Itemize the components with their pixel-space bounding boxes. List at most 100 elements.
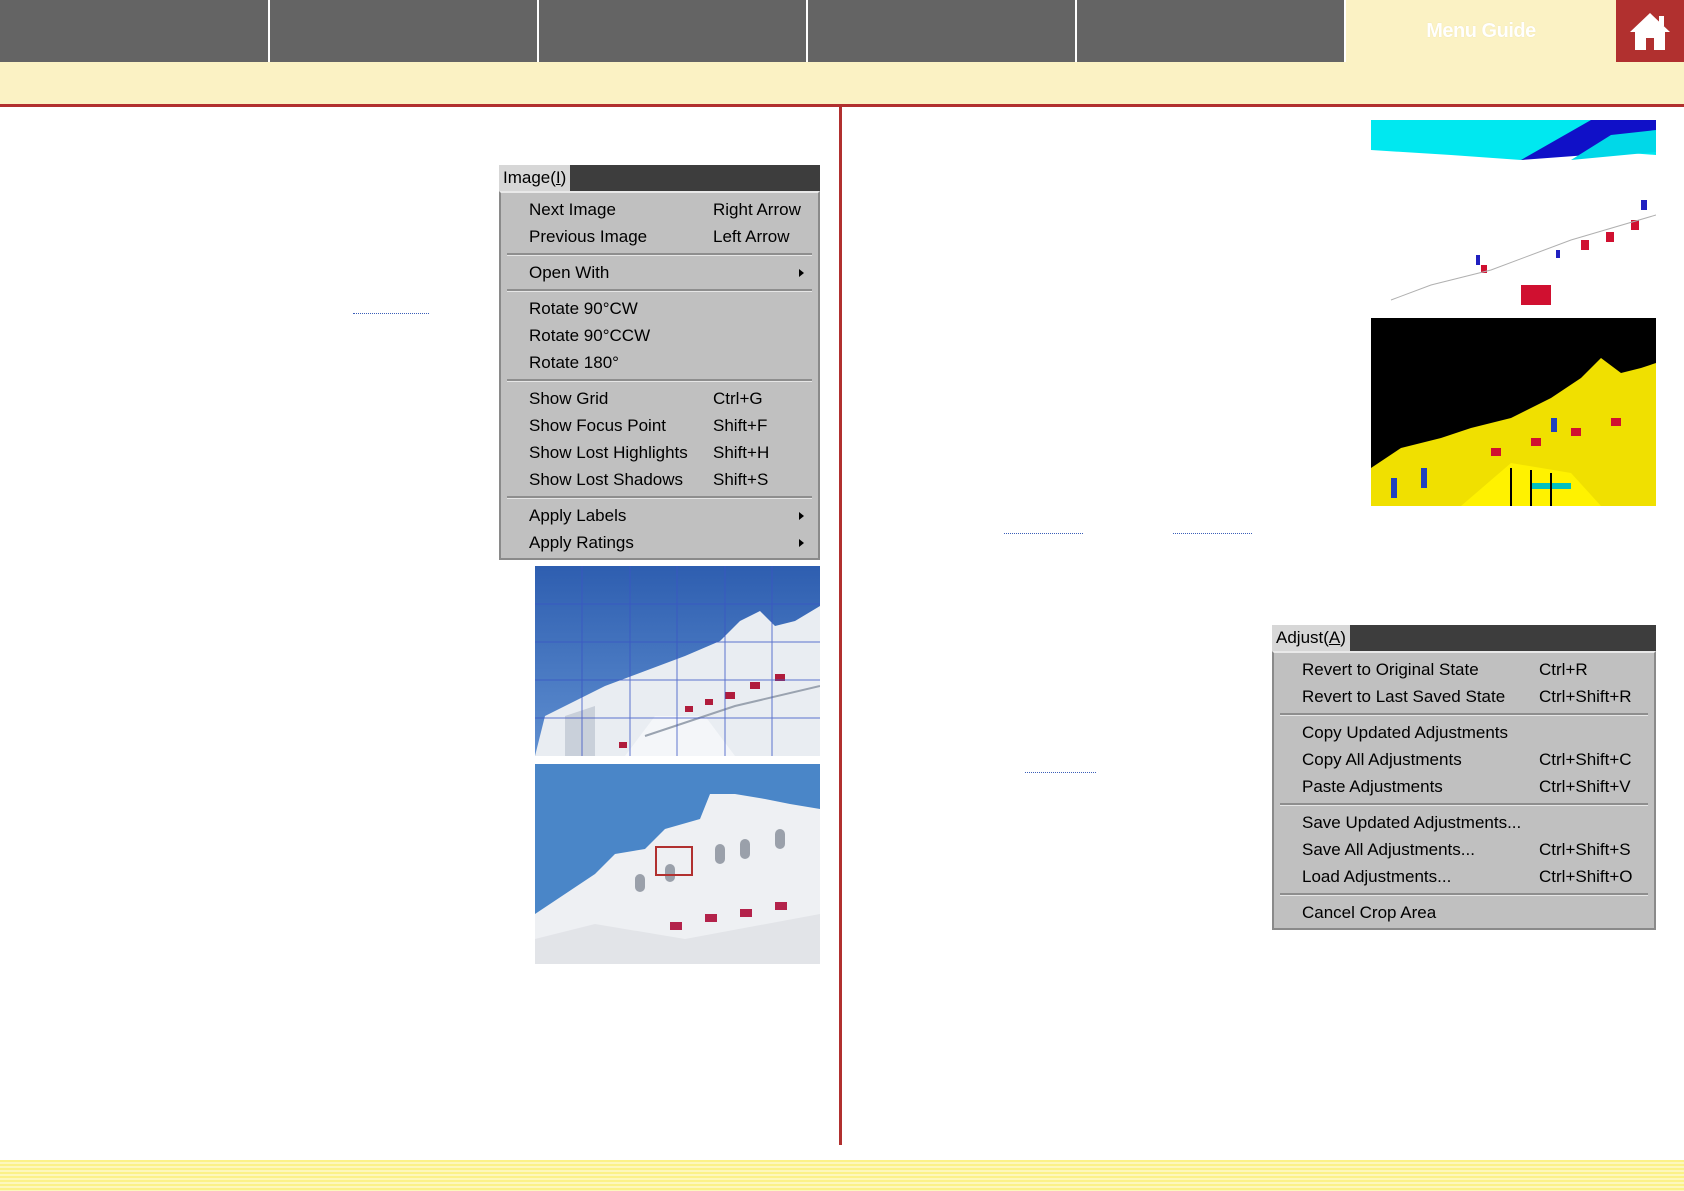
building-photo-lost-shadows bbox=[1371, 318, 1656, 506]
menu-item-label: Save Updated Adjustments... bbox=[1302, 813, 1522, 832]
menu-item-cancel-crop[interactable]: Cancel Crop Area bbox=[1274, 899, 1654, 926]
menu-item-label: Revert to Original State bbox=[1302, 660, 1479, 679]
menu-item-shortcut: Ctrl+Shift+R bbox=[1539, 687, 1632, 706]
image-menu: Image(I) Next Image Right Arrow Previous… bbox=[499, 165, 820, 560]
column-divider bbox=[839, 107, 842, 1145]
menu-item-rotate-180[interactable]: Rotate 180° bbox=[501, 349, 818, 376]
menu-separator bbox=[507, 289, 812, 292]
menu-item-shortcut: Ctrl+G bbox=[713, 389, 763, 408]
menu-item-rotate-cw[interactable]: Rotate 90°CW bbox=[501, 295, 818, 322]
menu-title-accelerator: A bbox=[1328, 628, 1341, 647]
menu-item-shortcut: Shift+F bbox=[713, 416, 768, 435]
menu-item-show-lost-shadows[interactable]: Show Lost Shadows Shift+S bbox=[501, 466, 818, 493]
lost-shadows-photo bbox=[1371, 318, 1656, 506]
menu-item-label: Paste Adjustments bbox=[1302, 777, 1443, 796]
menu-item-label: Cancel Crop Area bbox=[1302, 903, 1437, 922]
menu-item-shortcut: Shift+S bbox=[713, 470, 769, 489]
menu-separator bbox=[507, 379, 812, 382]
building-photo-with-focus-point bbox=[535, 764, 820, 964]
sub-header-bar bbox=[0, 62, 1684, 107]
link-stub[interactable] bbox=[1025, 770, 1096, 773]
link-stub[interactable] bbox=[1004, 531, 1083, 534]
menu-item-label: Show Focus Point bbox=[529, 416, 667, 435]
menu-item-shortcut: Right Arrow bbox=[713, 200, 801, 219]
menu-item-shortcut: Ctrl+Shift+C bbox=[1539, 750, 1632, 769]
menu-item-copy-updated[interactable]: Copy Updated Adjustments bbox=[1274, 719, 1654, 746]
top-navigation: Menu Guide bbox=[0, 0, 1684, 62]
menu-item-open-with[interactable]: Open With bbox=[501, 259, 818, 286]
menu-item-revert-last-saved[interactable]: Revert to Last Saved State Ctrl+Shift+R bbox=[1274, 683, 1654, 710]
nav-tab-label: Menu Guide bbox=[1426, 19, 1536, 42]
menu-separator bbox=[507, 253, 812, 256]
link-stub[interactable] bbox=[353, 311, 429, 314]
menu-item-label: Open With bbox=[529, 263, 610, 282]
footer-strip bbox=[0, 1160, 1684, 1191]
menu-item-label: Show Grid bbox=[529, 389, 609, 408]
image-menu-title[interactable]: Image(I) bbox=[499, 165, 571, 191]
menu-separator bbox=[1280, 803, 1648, 806]
menu-item-label: Copy All Adjustments bbox=[1302, 750, 1462, 769]
menu-item-shortcut: Shift+H bbox=[713, 443, 770, 462]
menu-title-text: Adjust( bbox=[1276, 628, 1329, 647]
submenu-arrow-icon bbox=[799, 269, 804, 277]
home-button[interactable] bbox=[1616, 0, 1684, 62]
menu-item-shortcut: Left Arrow bbox=[713, 227, 790, 246]
menu-item-shortcut: Ctrl+R bbox=[1539, 660, 1588, 679]
menu-item-revert-original[interactable]: Revert to Original State Ctrl+R bbox=[1274, 656, 1654, 683]
building-photo-with-grid bbox=[535, 566, 820, 756]
menu-item-label: Next Image bbox=[529, 200, 616, 219]
focus-point-photo bbox=[535, 764, 820, 964]
menu-item-label: Rotate 90°CCW bbox=[529, 326, 651, 345]
adjust-menu-panel: Revert to Original State Ctrl+R Revert t… bbox=[1272, 651, 1656, 930]
submenu-arrow-icon bbox=[799, 539, 804, 547]
nav-tab-5[interactable] bbox=[1077, 0, 1346, 62]
menu-item-label: Rotate 180° bbox=[529, 353, 619, 372]
menu-item-label: Show Lost Highlights bbox=[529, 443, 688, 462]
adjust-menu-title[interactable]: Adjust(A) bbox=[1272, 625, 1350, 651]
menu-item-load[interactable]: Load Adjustments... Ctrl+Shift+O bbox=[1274, 863, 1654, 890]
menu-item-paste[interactable]: Paste Adjustments Ctrl+Shift+V bbox=[1274, 773, 1654, 800]
menu-title-end: ) bbox=[560, 168, 567, 187]
menu-item-copy-all[interactable]: Copy All Adjustments Ctrl+Shift+C bbox=[1274, 746, 1654, 773]
menu-item-next-image[interactable]: Next Image Right Arrow bbox=[501, 196, 818, 223]
menu-item-label: Save All Adjustments... bbox=[1302, 840, 1475, 859]
menu-title-end: ) bbox=[1340, 628, 1346, 647]
menu-item-previous-image[interactable]: Previous Image Left Arrow bbox=[501, 223, 818, 250]
submenu-arrow-icon bbox=[799, 512, 804, 520]
home-icon bbox=[1630, 13, 1670, 50]
menu-item-shortcut: Ctrl+Shift+O bbox=[1539, 867, 1633, 886]
nav-tab-4[interactable] bbox=[808, 0, 1077, 62]
menu-item-save-all[interactable]: Save All Adjustments... Ctrl+Shift+S bbox=[1274, 836, 1654, 863]
nav-tab-menu-guide[interactable]: Menu Guide bbox=[1346, 0, 1616, 62]
menu-item-apply-labels[interactable]: Apply Labels bbox=[501, 502, 818, 529]
menu-separator bbox=[1280, 893, 1648, 896]
menu-bar: Image(I) bbox=[499, 165, 820, 191]
nav-tab-1[interactable] bbox=[0, 0, 270, 62]
link-stub[interactable] bbox=[1173, 531, 1252, 534]
menu-item-label: Revert to Last Saved State bbox=[1302, 687, 1506, 706]
nav-tab-2[interactable] bbox=[270, 0, 539, 62]
menu-item-label: Copy Updated Adjustments bbox=[1302, 723, 1509, 742]
image-menu-panel: Next Image Right Arrow Previous Image Le… bbox=[499, 191, 820, 560]
nav-tab-3[interactable] bbox=[539, 0, 808, 62]
menu-item-shortcut: Ctrl+Shift+V bbox=[1539, 777, 1631, 796]
adjust-menu: Adjust(A) Revert to Original State Ctrl+… bbox=[1272, 625, 1656, 930]
lost-highlights-photo bbox=[1371, 120, 1656, 310]
building-photo-lost-highlights bbox=[1371, 120, 1656, 310]
menu-item-save-updated[interactable]: Save Updated Adjustments... bbox=[1274, 809, 1654, 836]
menu-item-rotate-ccw[interactable]: Rotate 90°CCW bbox=[501, 322, 818, 349]
menu-separator bbox=[1280, 713, 1648, 716]
menu-bar: Adjust(A) bbox=[1272, 625, 1656, 651]
grid-overlay-photo bbox=[535, 566, 820, 756]
menu-item-shortcut: Ctrl+Shift+S bbox=[1539, 840, 1631, 859]
menu-item-label: Previous Image bbox=[529, 227, 648, 246]
menu-item-label: Rotate 90°CW bbox=[529, 299, 638, 318]
menu-separator bbox=[507, 496, 812, 499]
menu-item-label: Apply Ratings bbox=[529, 533, 634, 552]
menu-item-apply-ratings[interactable]: Apply Ratings bbox=[501, 529, 818, 556]
menu-item-show-lost-highlights[interactable]: Show Lost Highlights Shift+H bbox=[501, 439, 818, 466]
menu-item-label: Load Adjustments... bbox=[1302, 867, 1452, 886]
menu-item-show-focus-point[interactable]: Show Focus Point Shift+F bbox=[501, 412, 818, 439]
menu-item-label: Apply Labels bbox=[529, 506, 627, 525]
menu-item-show-grid[interactable]: Show Grid Ctrl+G bbox=[501, 385, 818, 412]
